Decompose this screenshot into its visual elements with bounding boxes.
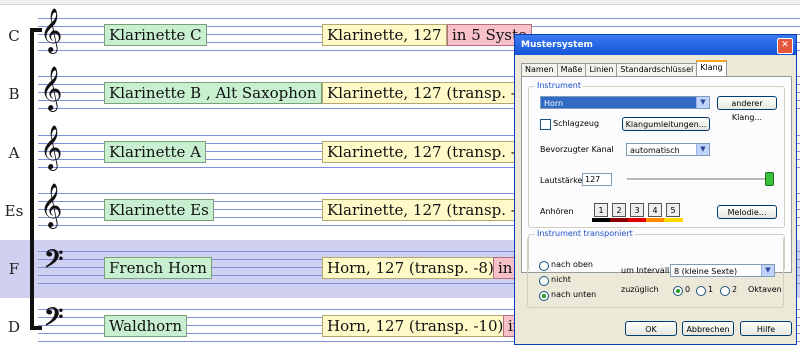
tab-standardschluessel[interactable]: Standardschlüssel [616, 63, 698, 76]
mustersystem-dialog: Mustersystem ✕ Namen Maße Linien Standardsc… [514, 34, 797, 345]
dialog-title: Mustersystem [521, 40, 593, 50]
bass-clef-icon: 𝄢 [44, 303, 64, 338]
voice-label: Es [4, 202, 24, 220]
tab-namen[interactable]: Namen [521, 63, 558, 76]
sound-tag[interactable]: Klarinette, 127 (transp. -2) [322, 82, 537, 104]
transpose-radio[interactable] [539, 291, 549, 301]
system-bracket [30, 30, 34, 330]
sound-tag[interactable]: Klarinette, 127 [322, 24, 447, 46]
voice-label: D [7, 318, 21, 336]
percussion-checkbox[interactable] [540, 119, 551, 130]
treble-clef-icon: 𝄞 [40, 183, 63, 227]
interval-label: um Intervall [621, 266, 670, 275]
staff-line [38, 18, 800, 19]
sound-tag[interactable]: Horn, 127 (transp. -10) [322, 315, 509, 337]
channel-select[interactable]: automatisch ▼ [626, 143, 710, 156]
help-button[interactable]: Hilfe [740, 321, 792, 336]
percussion-label: Schlagzeug [553, 119, 600, 128]
sound-tag[interactable]: Horn, 127 (transp. -8) [322, 257, 499, 279]
octave-radio[interactable] [720, 286, 730, 296]
volume-value: 127 [585, 175, 601, 184]
cancel-button[interactable]: Abbrechen [682, 321, 734, 336]
voice-label: C [8, 27, 20, 45]
bass-clef-icon: 𝄢 [44, 245, 64, 280]
volume-slider-thumb[interactable] [765, 172, 774, 186]
channel-label: Bevorzugter Kanal [540, 145, 614, 154]
listen-label: Anhören [540, 207, 574, 216]
voice-label: A [8, 144, 20, 162]
instrument-name-tag[interactable]: Waldhorn [104, 315, 187, 337]
instrument-value: Horn [544, 99, 564, 108]
ruler-strip [0, 0, 800, 5]
listen-color-swatch [646, 218, 665, 222]
listen-button-5[interactable]: 5 [666, 203, 680, 217]
ok-button[interactable]: OK [625, 321, 677, 336]
chevron-down-icon[interactable]: ▼ [761, 265, 774, 276]
treble-clef-icon: 𝄞 [40, 66, 63, 110]
bracket-bottom [30, 326, 42, 330]
sound-redirects-button[interactable]: Klangumleitungen... [622, 117, 710, 131]
octave-radio[interactable] [673, 286, 683, 296]
melody-button[interactable]: Melodie... [717, 205, 777, 219]
listen-button-2[interactable]: 2 [612, 203, 626, 217]
transpose-radio-label: nach oben [551, 260, 593, 269]
transpose-radio-label: nach unten [551, 290, 597, 299]
listen-button-1[interactable]: 1 [594, 203, 608, 217]
instrument-select[interactable]: Horn ▼ [540, 96, 710, 109]
interval-value: 8 (kleine Sexte) [674, 267, 738, 276]
transpose-radio[interactable] [539, 261, 549, 271]
sound-tag[interactable]: Klarinette, 127 (transp. -3) [322, 141, 537, 163]
instrument-group-label: Instrument [535, 81, 584, 90]
treble-clef-icon: 𝄞 [40, 125, 63, 169]
listen-color-swatch [664, 218, 683, 222]
sound-tag[interactable]: Klarinette, 127 (transp. -9) [322, 199, 537, 221]
instrument-name-tag[interactable]: Klarinette A [104, 141, 206, 163]
chevron-down-icon[interactable]: ▼ [696, 144, 709, 155]
listen-color-swatch [610, 218, 629, 222]
tab-strip: Namen Maße Linien Standardschlüssel Klang [521, 60, 727, 76]
tab-masse[interactable]: Maße [556, 63, 587, 76]
octave-label: Oktaven [748, 285, 782, 294]
volume-label: Lautstärke [540, 176, 583, 185]
instrument-name-tag[interactable]: Klarinette Es [104, 199, 214, 221]
listen-button-3[interactable]: 3 [630, 203, 644, 217]
tab-klang[interactable]: Klang [696, 60, 727, 76]
listen-button-4[interactable]: 4 [648, 203, 662, 217]
voice-label: B [8, 85, 20, 103]
octave-radio-label: 1 [708, 285, 714, 294]
instrument-name-tag[interactable]: Klarinette B , Alt Saxophon [104, 82, 322, 104]
volume-slider-track[interactable] [627, 178, 769, 181]
octave-radio-label: 0 [685, 285, 691, 294]
channel-value: automatisch [630, 146, 680, 155]
instrument-name-tag[interactable]: Klarinette C [104, 24, 207, 46]
dialog-titlebar[interactable]: Mustersystem ✕ [515, 35, 796, 55]
other-sound-button[interactable]: anderer Klang... [717, 96, 777, 122]
voice-label: F [8, 260, 20, 278]
instrument-name-tag[interactable]: French Horn [104, 257, 212, 279]
interval-select[interactable]: 8 (kleine Sexte) ▼ [670, 264, 775, 277]
treble-clef-icon: 𝄞 [40, 8, 63, 52]
transpose-radio-label: nicht [551, 275, 571, 284]
chevron-down-icon[interactable]: ▼ [696, 97, 709, 108]
listen-color-swatch [592, 218, 611, 222]
tab-linien[interactable]: Linien [585, 63, 618, 76]
volume-input[interactable]: 127 [582, 173, 612, 186]
listen-color-swatch [628, 218, 647, 222]
additional-label: zuzüglich [621, 285, 659, 294]
octave-radio-label: 2 [732, 285, 738, 294]
close-icon[interactable]: ✕ [777, 38, 793, 54]
transpose-radio[interactable] [539, 276, 549, 286]
octave-radio[interactable] [696, 286, 706, 296]
